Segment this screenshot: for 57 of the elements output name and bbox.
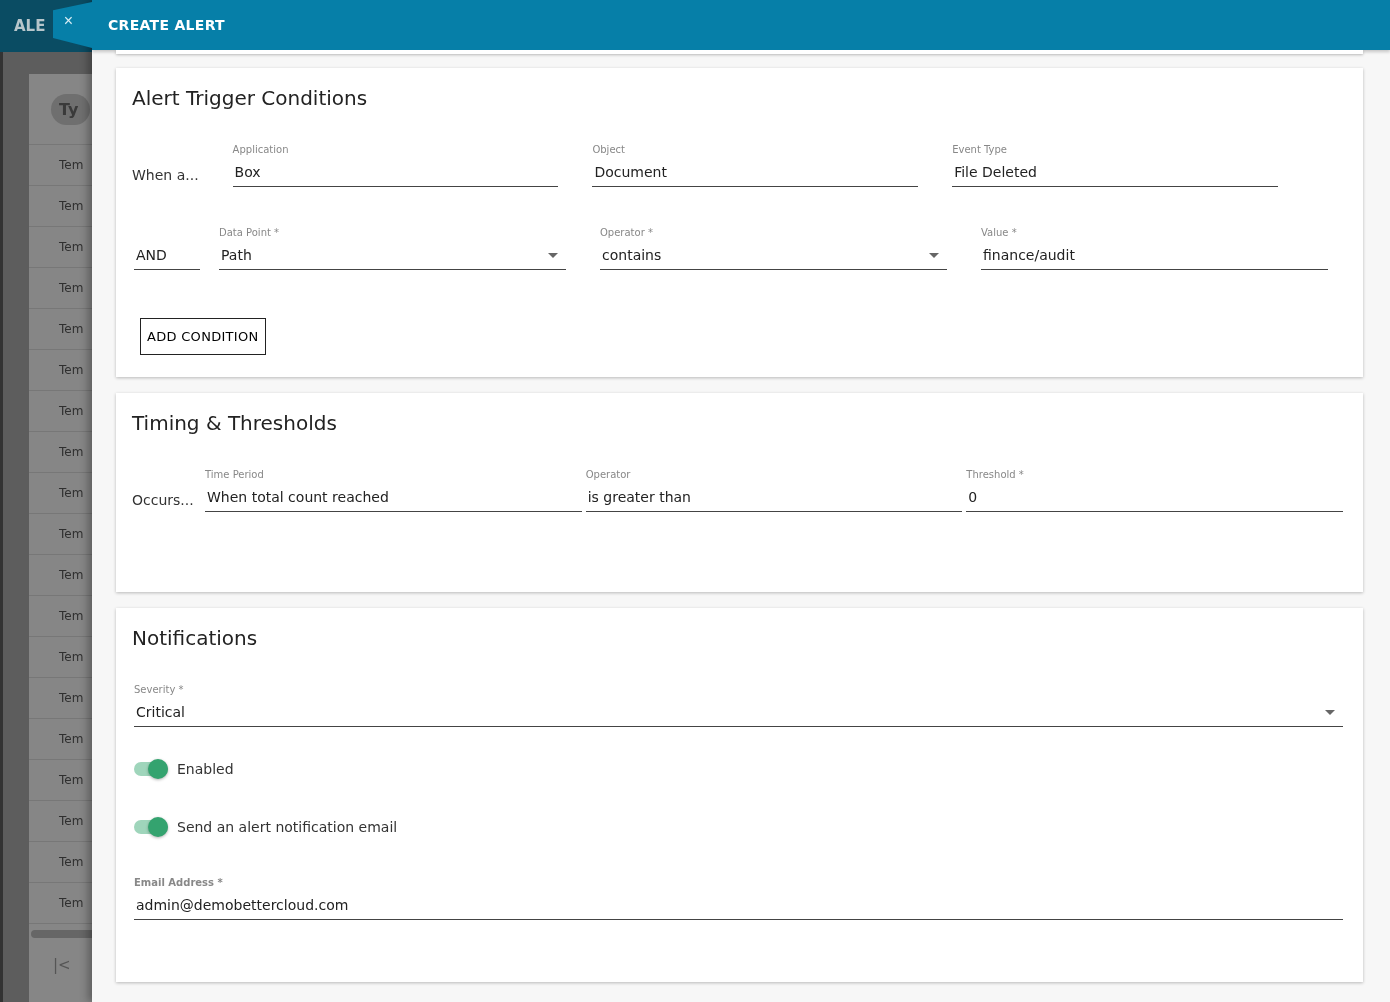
row-label: When a... <box>132 167 199 185</box>
field-label: Value * <box>981 227 1018 238</box>
field-label: Operator * <box>600 227 654 238</box>
input-field[interactable]: File Deleted <box>952 163 1278 187</box>
table-cell: Tem <box>59 773 84 787</box>
field-label: Data Point * <box>219 227 281 238</box>
input-field[interactable]: When total count reached <box>205 488 582 512</box>
table-cell: Tem <box>59 445 84 459</box>
input-field[interactable]: 0 <box>966 488 1343 512</box>
table-cell: Tem <box>59 896 84 910</box>
caret-icon <box>1325 709 1335 715</box>
input-field[interactable]: Document <box>592 163 919 187</box>
dropdown[interactable]: Critical <box>134 703 1343 727</box>
caret-icon <box>929 252 939 258</box>
table-cell: Tem <box>59 486 84 500</box>
table-cell: Tem <box>59 527 84 541</box>
field-label: Email Address * <box>134 877 224 888</box>
table-cell: Tem <box>59 650 84 664</box>
toggle-switch[interactable] <box>134 820 168 834</box>
table-cell: Tem <box>59 281 84 295</box>
field-label: Operator <box>585 469 632 480</box>
field-label: Object <box>592 144 626 155</box>
field-label: Threshold * <box>966 469 1025 480</box>
field-label: Time Period <box>205 469 265 480</box>
section-title: Timing & Thresholds <box>132 411 338 435</box>
section-title: Alert Trigger Conditions <box>132 86 369 110</box>
input-field[interactable]: is greater than <box>585 488 963 512</box>
table-cell: Tem <box>59 814 84 828</box>
row-label: Occurs... <box>132 492 195 510</box>
input-field[interactable]: Box <box>232 163 559 187</box>
table-cell: Tem <box>59 609 84 623</box>
page-title: ALE <box>14 17 46 35</box>
table-cell: Tem <box>59 855 84 869</box>
toggle-label: Enabled <box>177 761 234 777</box>
table-cell: Tem <box>59 363 84 377</box>
section-title: Notifications <box>132 626 259 650</box>
table-cell: Tem <box>59 568 84 582</box>
dropdown[interactable]: Path <box>219 246 566 270</box>
field-label: Severity * <box>134 684 185 695</box>
caret-icon <box>548 252 558 258</box>
add-condition-button[interactable]: ADD CONDITION <box>140 318 266 355</box>
table-cell: Tem <box>59 199 84 213</box>
table-cell: Tem <box>59 240 84 254</box>
input-field[interactable]: finance/audit <box>981 246 1328 270</box>
toggle-switch[interactable] <box>134 762 168 776</box>
table-cell: Tem <box>59 404 84 418</box>
field-label: Application <box>232 144 290 155</box>
dropdown[interactable]: contains <box>600 246 947 270</box>
field-label: Event Type <box>952 144 1008 155</box>
panel-title: CREATE ALERT <box>108 17 225 33</box>
toggle-label: Send an alert notification email <box>177 819 398 835</box>
table-cell: Tem <box>59 322 84 336</box>
table-cell: Tem <box>59 691 84 705</box>
table-cell: Tem <box>59 732 84 746</box>
input-field[interactable]: AND <box>134 246 200 270</box>
table-cell: Tem <box>59 158 84 172</box>
input-field[interactable]: admin@demobettercloud.com <box>134 896 1343 920</box>
